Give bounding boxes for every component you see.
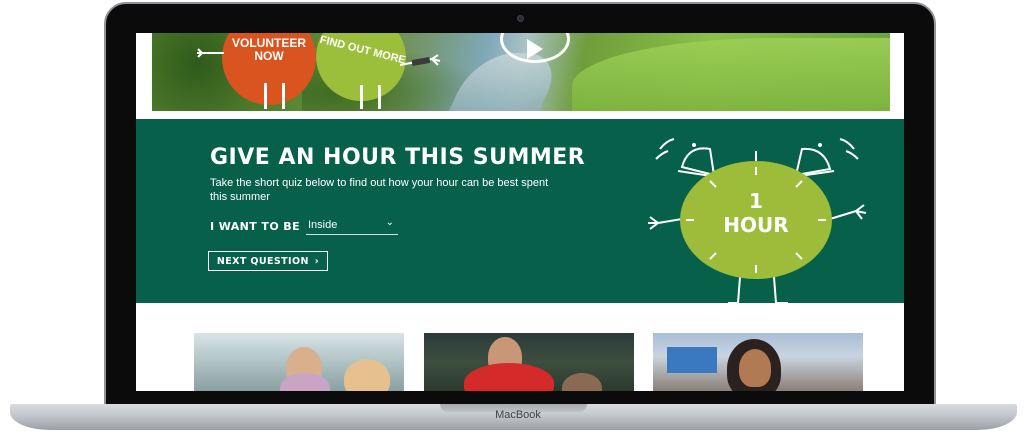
clock-label: 1 HOUR [680, 189, 832, 237]
device-brand: MacBook [495, 409, 541, 421]
page-title: GIVE AN HOUR THIS SUMMER [210, 145, 586, 170]
volunteer-now-label: VOLUNTEER NOW [231, 36, 306, 63]
river [448, 53, 566, 111]
hand-icon [197, 48, 224, 58]
promo-subtitle: Take the short quiz below to find out ho… [210, 177, 549, 203]
clock-line-2: HOUR [723, 213, 789, 237]
badge-leg [360, 85, 363, 109]
screen: VOLUNTEER NOW FIND OUT MORE GIVE AN HOUR… [136, 33, 904, 391]
story-card-1[interactable] [194, 333, 404, 391]
badge-leg [378, 85, 381, 109]
clock-illustration: 1 HOUR [644, 127, 874, 303]
find-out-more-label: FIND OUT MORE [318, 33, 407, 67]
badge-leg [264, 83, 267, 109]
photo-person [344, 359, 390, 391]
hill [572, 38, 890, 111]
next-question-button[interactable]: NEXT QUESTION › [208, 251, 328, 271]
photo-person [562, 373, 602, 391]
camera-icon [517, 15, 524, 22]
story-card-3[interactable] [653, 333, 863, 391]
badge-leg [282, 83, 285, 109]
clock-line-1: 1 [749, 189, 763, 213]
photo-screen [667, 347, 717, 373]
chevron-down-icon: ⌄ [385, 217, 394, 228]
next-question-label: NEXT QUESTION [216, 255, 309, 267]
hero-image: VOLUNTEER NOW FIND OUT MORE [152, 33, 890, 111]
photo-person [464, 363, 554, 391]
question-label: I WANT TO BE [210, 220, 300, 233]
story-card-2[interactable] [424, 333, 634, 391]
play-icon [527, 39, 543, 59]
photo-person [739, 349, 771, 387]
role-select[interactable]: Inside ⌄ [306, 217, 398, 235]
give-an-hour-section: GIVE AN HOUR THIS SUMMER Take the short … [136, 119, 904, 303]
pointing-hand-icon [399, 54, 441, 66]
role-select-value: Inside [308, 219, 338, 231]
chevron-right-icon: › [314, 255, 320, 267]
